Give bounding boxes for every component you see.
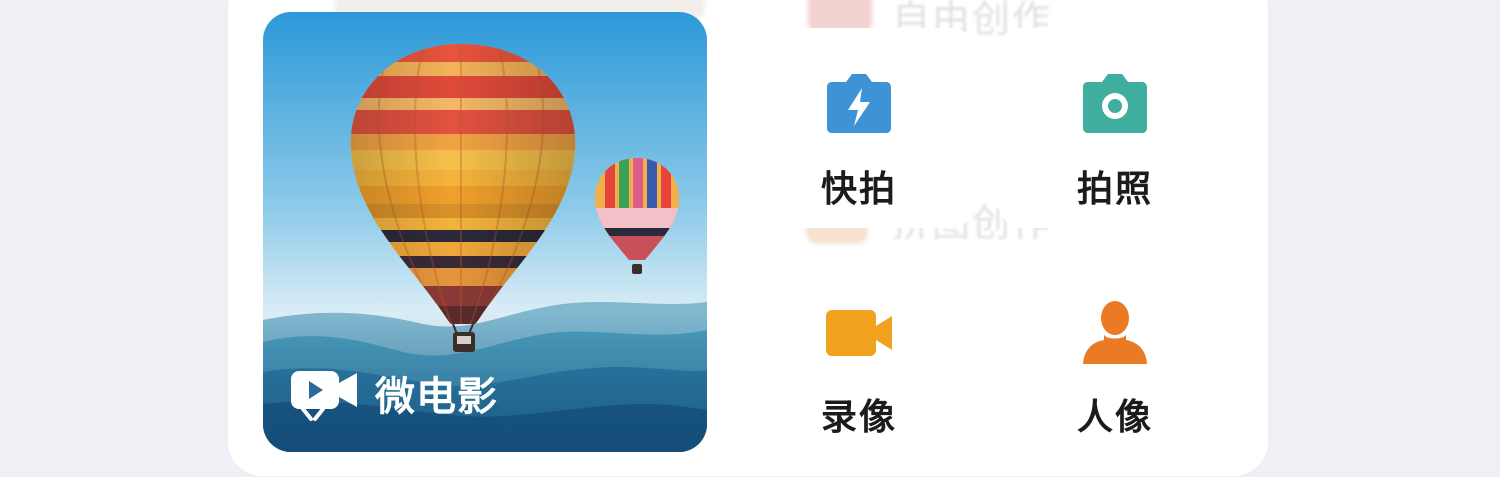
quick-shot-label: 快拍 — [820, 169, 897, 210]
person-icon — [1083, 301, 1147, 364]
portrait-label: 人像 — [1076, 397, 1153, 438]
lightning-camera-icon — [827, 74, 891, 133]
portrait-tile[interactable]: 人像 — [1000, 276, 1230, 476]
video-camera-icon — [291, 371, 357, 421]
micro-movie-tile[interactable]: 微电影 — [263, 12, 707, 452]
micro-movie-label: 微电影 — [375, 374, 498, 420]
quick-shot-tile[interactable]: 快拍 — [744, 28, 974, 228]
record-tile[interactable]: 录像 — [744, 276, 974, 476]
video-camera-icon — [826, 310, 892, 356]
screen: 自由创作 拼图创作 微电影 快拍 拍照 录像 人像 — [0, 0, 1500, 477]
record-label: 录像 — [820, 397, 897, 438]
photo-tile[interactable]: 拍照 — [1000, 28, 1230, 228]
photo-label: 拍照 — [1076, 169, 1153, 210]
camera-icon — [1083, 74, 1147, 133]
micro-movie-caption: 微电影 — [289, 364, 498, 422]
